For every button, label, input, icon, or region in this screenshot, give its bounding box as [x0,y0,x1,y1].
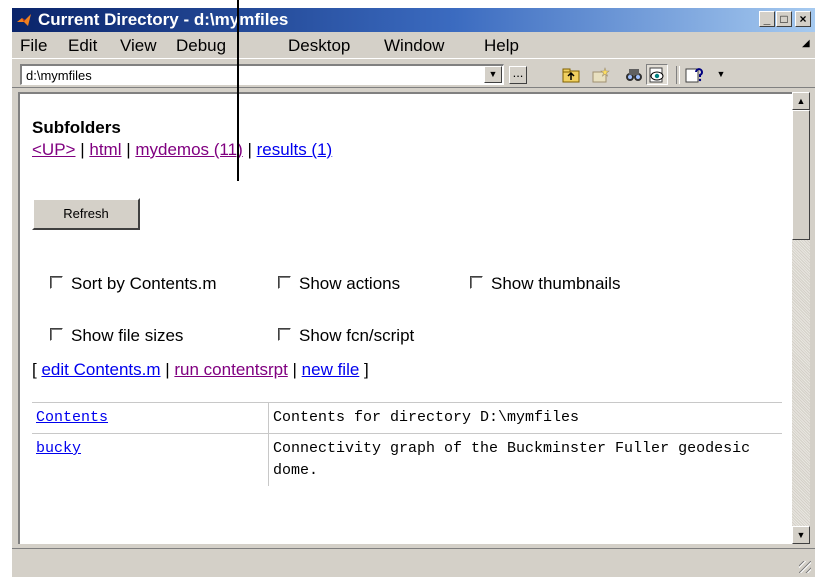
help-dropdown-icon[interactable]: ▼ [710,64,732,85]
window-title: Current Directory - d:\mymfiles [38,10,289,29]
help-icon[interactable] [684,64,706,85]
sort-by-contents-checkbox[interactable] [50,276,63,290]
menu-edit[interactable]: Edit [68,36,97,56]
close-button[interactable]: × [795,11,811,27]
new-folder-icon[interactable] [590,64,612,85]
show-file-sizes-checkbox[interactable] [50,328,63,342]
menu-debug[interactable]: Debug [176,36,226,56]
current-directory-input[interactable]: d:\mymfiles [20,64,504,85]
up-folder-icon[interactable] [560,64,582,85]
matlab-logo-icon [17,14,31,26]
run-contentsrpt-link[interactable]: run contentsrpt [174,360,287,379]
mydemos-folder-link[interactable]: mydemos (11) [135,140,242,159]
contents-file-link[interactable]: Contents [36,409,108,426]
up-link[interactable]: <UP> [32,140,75,159]
toggle-html-view-icon[interactable] [646,64,668,85]
contents-table: Contents Contents for directory D:\mymfi… [32,402,782,486]
dock-arrow-icon[interactable]: ◢ [802,38,810,49]
minimize-button[interactable]: _ [759,11,775,27]
menu-view[interactable]: View [120,36,157,56]
scroll-down-button[interactable]: ▼ [792,526,810,544]
table-row: Contents Contents for directory D:\mymfi… [32,402,782,434]
maximize-button[interactable]: □ [776,11,792,27]
sort-by-contents-option[interactable]: Sort by Contents.m [50,274,217,294]
current-directory-value: d:\mymfiles [26,68,92,83]
show-actions-checkbox[interactable] [278,276,291,290]
edit-contents-link[interactable]: edit Contents.m [41,360,160,379]
annotation-pointer-line [237,0,239,181]
scroll-up-button[interactable]: ▲ [792,92,810,110]
menu-window[interactable]: Window [384,36,444,56]
show-fcn-script-checkbox[interactable] [278,328,291,342]
table-cell-description: Connectivity graph of the Buckminster Fu… [268,433,782,486]
menu-help[interactable]: Help [484,36,519,56]
current-directory-window: Current Directory - d:\mymfiles _ □ × Fi… [12,8,815,577]
html-folder-link[interactable]: html [89,140,121,159]
table-cell-name: Contents [32,402,269,434]
show-thumbnails-option[interactable]: Show thumbnails [470,274,620,294]
menu-bar: File Edit View Debug Desktop Window Help… [12,33,815,57]
status-bar [12,548,815,577]
toolbar-separator [676,66,680,84]
show-file-sizes-option[interactable]: Show file sizes [50,326,183,346]
new-file-link[interactable]: new file [302,360,360,379]
find-files-icon[interactable] [623,64,645,85]
scroll-thumb[interactable] [792,110,810,240]
vertical-scrollbar[interactable]: ▲ ▼ [792,92,810,544]
subfolders-heading: Subfolders [32,118,121,137]
directory-dropdown-button[interactable]: ▼ [484,66,502,83]
menu-desktop[interactable]: Desktop [288,36,350,56]
menu-file[interactable]: File [20,36,47,56]
show-thumbnails-checkbox[interactable] [470,276,483,290]
browse-button[interactable]: ... [509,66,527,84]
table-cell-description: Contents for directory D:\mymfiles [268,402,782,434]
results-folder-link[interactable]: results (1) [257,140,333,159]
title-bar[interactable]: Current Directory - d:\mymfiles _ □ × [12,8,815,32]
show-fcn-script-option[interactable]: Show fcn/script [278,326,414,346]
toolbar: d:\mymfiles ▼ ... ▼ [12,58,815,88]
show-actions-option[interactable]: Show actions [278,274,400,294]
subfolders-links: <UP> | html | mydemos (11) | results (1) [32,140,333,159]
refresh-button[interactable]: Refresh [32,198,140,230]
table-row: bucky Connectivity graph of the Buckmins… [32,433,782,486]
bucky-file-link[interactable]: bucky [36,440,81,457]
action-links: [ edit Contents.m | run contentsrpt | ne… [32,360,369,379]
directory-report-pane: Subfolders <UP> | html | mydemos (11) | … [18,92,792,544]
table-cell-name: bucky [32,433,269,486]
resize-grip-icon[interactable] [799,561,811,573]
